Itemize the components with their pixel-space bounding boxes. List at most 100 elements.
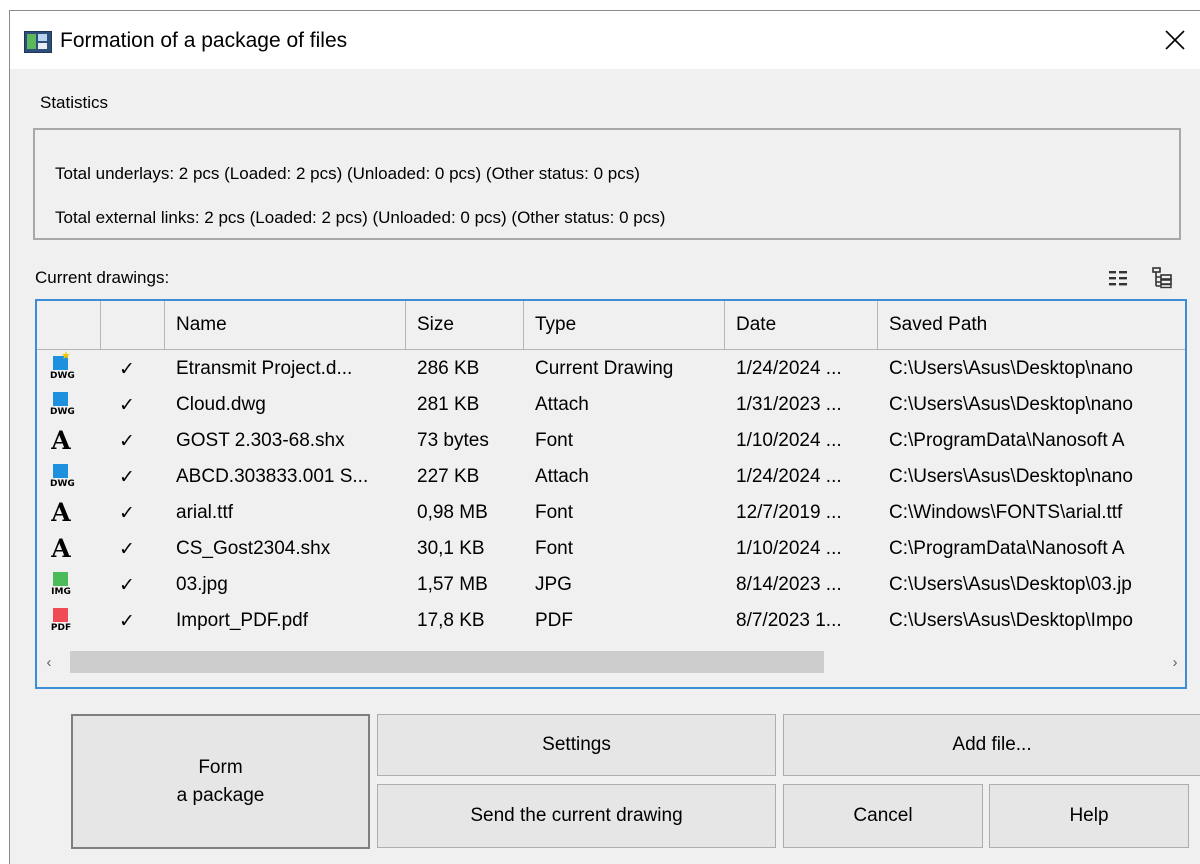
column-icon[interactable] [37,301,101,349]
cell-type: JPG [535,574,572,595]
drawings-table[interactable]: Name Size Type Date Saved Path ★ DWG ✓ Etra… [35,299,1187,689]
cell-name: ABCD.303833.001 S... [176,466,369,487]
cell-size: 281 KB [417,394,480,415]
checkmark-icon[interactable]: ✓ [119,603,135,639]
font-file-icon: A [51,534,71,563]
font-file-icon: A [51,498,71,527]
cell-size: 1,57 MB [417,574,488,595]
cell-size: 73 bytes [417,430,489,451]
column-saved-path[interactable]: Saved Path [878,301,1185,349]
table-header: Name Size Type Date Saved Path [37,301,1185,350]
table-row[interactable]: A ✓ CS_Gost2304.shx 30,1 KB Font 1/10/2024 ..… [37,531,1185,567]
cell-size: 286 KB [417,358,480,379]
table-row[interactable]: DWG ✓ ABCD.303833.001 S... 227 KB Attach 1/24… [37,459,1185,495]
cell-type: Current Drawing [535,358,674,379]
horizontal-scrollbar[interactable]: ‹ › [37,650,1185,674]
column-size[interactable]: Size [406,301,524,349]
cell-name: arial.ttf [176,502,234,523]
chevron-left-icon: ‹ [46,653,52,671]
checkmark-icon[interactable]: ✓ [119,531,135,567]
img-file-icon: IMG [50,572,72,598]
dialog-window: Formation of a package of files Statisti… [9,10,1200,864]
scroll-left-button[interactable]: ‹ [37,650,61,674]
current-drawings-label: Current drawings: [35,268,170,287]
pdf-file-icon: PDF [50,608,72,634]
table-row[interactable]: PDF ✓ Import_PDF.pdf 17,8 KB PDF 8/7/2023 1..… [37,603,1185,639]
help-button[interactable]: Help [989,784,1189,848]
cell-path: C:\Windows\FONTS\arial.ttf [889,502,1123,523]
title-bar: Formation of a package of files [10,11,1200,69]
table-row[interactable]: A ✓ arial.ttf 0,98 MB Font 12/7/2019 ... C:\Wi… [37,495,1185,531]
cell-size: 17,8 KB [417,610,485,631]
cell-date: 12/7/2019 ... [736,502,842,523]
form-package-button[interactable]: Form a package [71,714,370,849]
cell-path: C:\Users\Asus\Desktop\nano [889,358,1133,379]
cell-path: C:\ProgramData\Nanosoft A [889,538,1125,559]
checkmark-icon[interactable]: ✓ [119,567,135,603]
checkmark-icon[interactable]: ✓ [119,495,135,531]
cancel-button[interactable]: Cancel [783,784,983,848]
statistics-box: Total underlays: 2 pcs (Loaded: 2 pcs) (… [33,128,1181,240]
cell-type: Attach [535,394,589,415]
external-links-summary: Total external links: 2 pcs (Loaded: 2 p… [55,208,666,227]
send-current-drawing-button[interactable]: Send the current drawing [377,784,776,848]
cell-name: Import_PDF.pdf [176,610,308,631]
table-row[interactable]: DWG ✓ Cloud.dwg 281 KB Attach 1/31/2023 ... C:… [37,387,1185,423]
table-row[interactable]: IMG ✓ 03.jpg 1,57 MB JPG 8/14/2023 ... C:\User… [37,567,1185,603]
form-package-label-line2: a package [176,784,265,806]
cell-type: Font [535,430,574,451]
scrollbar-thumb[interactable] [70,651,824,673]
cell-path: C:\Users\Asus\Desktop\03.jp [889,574,1132,595]
cell-size: 30,1 KB [417,538,485,559]
chevron-right-icon: › [1172,653,1178,671]
column-type[interactable]: Type [524,301,725,349]
cell-path: C:\Users\Asus\Desktop\nano [889,466,1133,487]
cell-date: 1/24/2024 ... [736,358,842,379]
list-view-icon[interactable] [1107,267,1129,289]
cell-name: CS_Gost2304.shx [176,538,331,559]
dwg-file-icon: DWG [50,464,75,490]
window-title: Formation of a package of files [60,29,348,52]
settings-button[interactable]: Settings [377,714,776,776]
cell-path: C:\Users\Asus\Desktop\Impo [889,610,1133,631]
dwg-file-icon: DWG [50,392,75,418]
cell-type: PDF [535,610,573,631]
checkmark-icon[interactable]: ✓ [119,423,135,459]
cell-date: 1/10/2024 ... [736,538,842,559]
cell-name: Etransmit Project.d... [176,358,353,379]
underlays-summary: Total underlays: 2 pcs (Loaded: 2 pcs) (… [55,164,640,183]
scroll-right-button[interactable]: › [1163,650,1185,674]
cell-name: 03.jpg [176,574,228,595]
cell-path: C:\Users\Asus\Desktop\nano [889,394,1133,415]
cell-path: C:\ProgramData\Nanosoft A [889,430,1125,451]
close-icon [1165,30,1185,50]
column-date[interactable]: Date [725,301,878,349]
add-file-button[interactable]: Add file... [783,714,1200,776]
current-dwg-file-icon: ★ DWG [50,350,75,381]
cell-date: 1/31/2023 ... [736,394,842,415]
cell-date: 8/7/2023 1... [736,610,842,631]
form-package-label-line1: Form [198,756,243,778]
close-button[interactable] [1149,17,1200,63]
cell-type: Font [535,538,574,559]
cell-date: 1/10/2024 ... [736,430,842,451]
column-name[interactable]: Name [165,301,406,349]
app-icon [24,31,52,53]
cell-size: 227 KB [417,466,480,487]
checkmark-icon[interactable]: ✓ [119,351,135,387]
cell-name: Cloud.dwg [176,394,266,415]
table-row[interactable]: A ✓ GOST 2.303-68.shx 73 bytes Font 1/10/2024… [37,423,1185,459]
checkmark-icon[interactable]: ✓ [119,459,135,495]
checkmark-icon[interactable]: ✓ [119,387,135,423]
cell-date: 8/14/2023 ... [736,574,842,595]
font-file-icon: A [51,426,71,455]
cell-type: Font [535,502,574,523]
cell-date: 1/24/2024 ... [736,466,842,487]
cell-size: 0,98 MB [417,502,488,523]
column-check[interactable] [101,301,165,349]
table-row[interactable]: ★ DWG ✓ Etransmit Project.d... 286 KB Current… [37,350,1185,387]
cell-name: GOST 2.303-68.shx [176,430,345,451]
cell-type: Attach [535,466,589,487]
statistics-label: Statistics [40,93,109,112]
tree-view-icon[interactable] [1151,267,1173,289]
